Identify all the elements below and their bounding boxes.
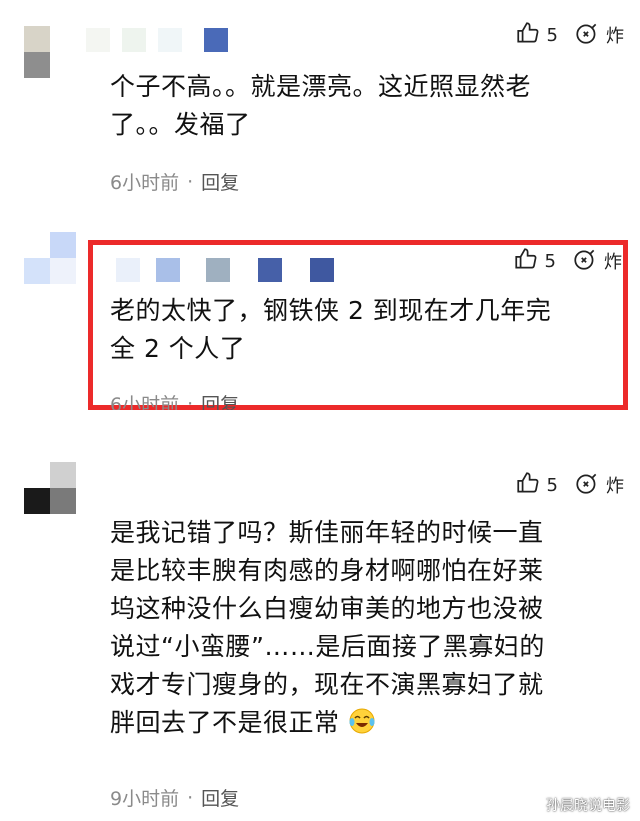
dislike-label: 炸	[604, 252, 622, 273]
comment-actions: 5 炸	[515, 20, 624, 50]
thumbs-up-icon	[515, 20, 541, 51]
timestamp: 6小时前	[110, 394, 180, 410]
comment-text: 是我记错了吗？斯佳丽年轻的时候一直 是比较丰腴有肉感的身材啊哪怕在好莱 坞这种没…	[110, 514, 630, 742]
thumbs-up-icon	[513, 246, 539, 277]
text-line: 个子不高。。就是漂亮。这近照显然老	[110, 72, 532, 101]
text-line: 是我记错了吗？斯佳丽年轻的时候一直	[110, 518, 544, 547]
dislike-button[interactable]: 炸	[574, 20, 624, 51]
username-mosaic[interactable]	[116, 258, 346, 284]
timestamp: 6小时前	[110, 172, 180, 194]
text-line: 全 2 个人了	[110, 334, 246, 363]
text-line-with-emoji: 胖回去了不是很正常	[110, 704, 630, 742]
comment-meta: 6小时前 · 回复	[110, 168, 239, 195]
like-count: 5	[546, 24, 558, 46]
crying-laughing-emoji	[348, 707, 376, 735]
text-line: 说过“小蛮腰”……是后面接了黑寡妇的	[110, 632, 545, 661]
separator: ·	[187, 786, 194, 809]
username-mosaic[interactable]	[86, 28, 246, 54]
dislike-button[interactable]: 炸	[572, 246, 622, 277]
text-line: 是比较丰腴有肉感的身材啊哪怕在好莱	[110, 556, 544, 585]
avatar[interactable]	[24, 232, 76, 284]
comment-1: 5 炸 个子不高。。就是漂亮。这近照显然老 了。。发福了 6小时前 · 回复	[0, 0, 640, 220]
comment-3: 5 炸 是我记错了吗？斯佳丽年轻的时候一直 是比较丰腴有肉感的身材啊哪怕在好莱 …	[0, 450, 640, 821]
text-line: 老的太快了，钢铁侠 2 到现在才几年完	[110, 296, 552, 325]
text-line: 胖回去了不是很正常	[110, 708, 340, 737]
timestamp: 9小时前	[110, 788, 180, 810]
reply-button[interactable]: 回复	[201, 784, 239, 811]
text-line: 戏才专门瘦身的，现在不演黑寡妇了就	[110, 670, 544, 699]
comment-2-content: 5 炸 老的太快了，钢铁侠 2 到现在才几年完 全 2 个人了 6小时前 · 回…	[88, 240, 628, 410]
bomb-icon	[574, 470, 600, 501]
comment-actions: 5 炸	[513, 246, 622, 276]
dislike-button[interactable]: 炸	[574, 470, 624, 501]
bomb-icon	[572, 246, 598, 277]
comment-text: 老的太快了，钢铁侠 2 到现在才几年完 全 2 个人了	[110, 292, 620, 368]
avatar[interactable]	[24, 462, 76, 514]
avatar[interactable]	[24, 26, 76, 78]
text-line: 了。。发福了	[110, 110, 251, 139]
separator: ·	[187, 392, 194, 411]
comment-meta: 9小时前 · 回复	[110, 784, 239, 811]
like-button[interactable]: 5	[513, 246, 556, 277]
separator: ·	[187, 170, 194, 193]
thumbs-up-icon	[515, 470, 541, 501]
like-count: 5	[546, 474, 558, 496]
like-button[interactable]: 5	[515, 20, 558, 51]
reply-button[interactable]: 回复	[201, 168, 239, 195]
like-count: 5	[544, 250, 556, 272]
reply-button[interactable]: 回复	[201, 390, 239, 410]
dislike-label: 炸	[606, 476, 624, 497]
text-line: 坞这种没什么白瘦幼审美的地方也没被	[110, 594, 544, 623]
comment-actions: 5 炸	[515, 470, 624, 500]
comment-text: 个子不高。。就是漂亮。这近照显然老 了。。发福了	[110, 68, 630, 144]
like-button[interactable]: 5	[515, 470, 558, 501]
bomb-icon	[574, 20, 600, 51]
watermark: 孙晨晓说电影	[546, 798, 630, 814]
dislike-label: 炸	[606, 26, 624, 47]
comment-meta: 6小时前 · 回复	[110, 390, 239, 411]
